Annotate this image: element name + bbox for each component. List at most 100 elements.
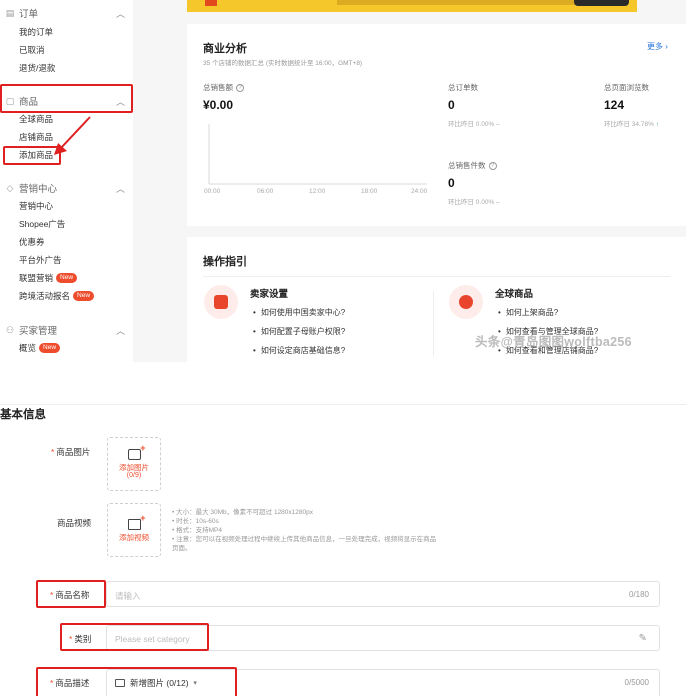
sidebar: ▤ 订单 ︿ 我的订单 已取消 退货/退款 ▢ 商品 ︿ 全球商品 店铺商品 添… [0,0,133,362]
sales-value: ¥0.00 [203,98,234,112]
order-icon: ▤ [5,8,15,18]
sales-label: 总销售额? [203,82,244,93]
char-count: 0/5000 [624,678,649,687]
more-link[interactable]: 更多 › [647,41,668,52]
card-title: 商业分析 [203,43,247,55]
views-value: 124 [604,98,625,112]
sidebar-item-campaigns[interactable]: 跨境活动报名 New [19,289,95,303]
highlight-box-name [36,580,106,608]
more-label: 更多 [647,42,663,51]
banner-logo [205,0,217,6]
compare-text: 环比昨日 0.00% [448,121,495,128]
banner-button [574,0,629,6]
image-count: (0/9) [126,472,142,479]
basic-info-form: 基本信息 *商品图片 添加图片 (0/9) 商品视频 添加视频 • 大小：最大 … [0,404,686,696]
sidebar-group-orders[interactable]: ▤ 订单 ︿ [0,4,133,22]
sidebar-group-marketing[interactable]: ◇ 营销中心 ︿ [0,179,133,197]
sidebar-item-overview[interactable]: 概览 New [19,341,61,355]
promo-banner[interactable] [187,0,637,12]
sidebar-item-label: 跨境活动报名 [19,291,71,301]
sidebar-item-cancelled[interactable]: 已取消 [19,43,45,57]
sidebar-item-global-products[interactable]: 全球商品 [19,112,53,126]
help-icon[interactable]: ? [236,83,244,92]
chevron-up-icon: ︿ [116,183,126,194]
guide-link[interactable]: 如何上架商品? [498,307,558,318]
guide-link[interactable]: 如何使用中国卖家中心? [253,307,345,318]
video-add-icon [127,513,146,530]
views-label: 总页面浏览数 [604,83,649,92]
metric-label-text: 总销售件数 [448,161,486,170]
highlight-box-category [60,623,209,651]
sold-label: 总销售件数? [448,160,497,171]
chevron-up-icon: ︿ [116,325,126,336]
business-analysis-card: 商业分析 35 个店铺的数据汇总 (实时数据统计至 16:00，GMT+8) 更… [187,24,686,226]
tag-icon: ◇ [6,183,14,193]
video-label: 商品视频 [57,518,92,528]
card-title: 操作指引 [203,256,247,268]
help-icon[interactable]: ? [488,161,497,170]
sidebar-item-returns[interactable]: 退货/退款 [19,61,55,75]
sidebar-group-label: 营销中心 [19,184,58,195]
axis-tick: 18:00 [361,188,378,195]
sidebar-group-buyer-management[interactable]: ⚇ 买家管理 ︿ [0,321,133,339]
video-note: 页面。 [172,545,192,552]
sidebar-item-label: 概览 [19,343,37,353]
add-video-button[interactable]: 添加视频 [107,503,161,557]
chevron-up-icon: ︿ [116,8,126,19]
compare-text: 环比昨日 0.00% [448,199,495,206]
sales-line-chart [208,124,427,185]
orders-compare: 环比昨日 0.00% – [448,121,500,128]
video-note: • 大小：最大 30Mb，像素不可超过 1280x1280px [172,509,313,516]
seller-settings-icon [204,285,238,319]
video-note: • 格式：支持MP4 [172,527,222,534]
guide-section-title: 卖家设置 [250,289,289,300]
sidebar-item-marketing-center[interactable]: 营销中心 [19,199,53,213]
image-add-icon [127,443,146,460]
views-compare: 环比昨日 34.78% ↑ [604,118,659,128]
axis-tick: 12:00 [309,188,326,195]
sidebar-item-shopee-ads[interactable]: Shopee广告 [19,217,65,231]
sidebar-item-my-orders[interactable]: 我的订单 [19,25,53,39]
seller-center-screenshot: ▤ 订单 ︿ 我的订单 已取消 退货/退款 ▢ 商品 ︿ 全球商品 店铺商品 添… [0,0,686,362]
orders-label: 总订单数 [448,83,478,92]
placeholder: 请输入 [115,591,141,601]
axis-tick: 24:00 [411,188,428,195]
form-title: 基本信息 [0,409,46,421]
watermark: 头条@青岛图图wolftba256 [475,335,632,349]
axis-tick: 06:00 [257,188,274,195]
image-label: * 商品图片 [51,447,91,457]
divider [203,276,670,277]
sidebar-group-label: 买家管理 [19,326,58,337]
user-icon: ⚇ [5,325,15,335]
sidebar-item-shop-products[interactable]: 店铺商品 [19,130,53,144]
upload-label: 添加图片 [119,463,149,472]
global-product-gear-icon [449,285,483,319]
sidebar-item-affiliate[interactable]: 联盟营销 New [19,271,78,285]
upload-label: 添加视频 [119,532,149,542]
video-note: • 时长：10s-60s [172,518,219,525]
highlight-box-products [0,84,133,113]
video-note: • 注意：您可以在视频处理过程中继续上传其他商品信息，一旦处理完成，视频将显示在… [172,536,437,543]
guide-link[interactable]: 如何设定商店基础信息? [253,345,345,356]
product-name-input[interactable]: 请输入 0/180 [106,581,660,607]
sidebar-item-label: 联盟营销 [19,273,54,283]
highlight-box-description [36,667,237,696]
sold-compare: 环比昨日 0.00% – [448,199,500,206]
chevron-right-icon: › [665,42,668,51]
char-count: 0/180 [628,590,649,599]
sidebar-item-offsite-ads[interactable]: 平台外广告 [19,253,62,267]
guide-section-title: 全球商品 [495,289,534,300]
pencil-icon[interactable]: ✎ [639,633,647,644]
divider [433,291,434,356]
guide-link[interactable]: 如何配置子母账户权限? [253,326,345,337]
arrow-up-icon: ↑ [655,121,659,128]
red-arrow-icon [54,116,91,155]
banner-text [337,0,587,5]
compare-text: 环比昨日 34.78% [604,121,654,128]
sidebar-item-vouchers[interactable]: 优惠券 [19,235,45,249]
orders-value: 0 [448,98,455,112]
add-image-button[interactable]: 添加图片 (0/9) [107,437,161,491]
new-badge: New [56,273,78,283]
new-badge: New [39,343,61,353]
axis-tick: 00:00 [204,188,221,195]
